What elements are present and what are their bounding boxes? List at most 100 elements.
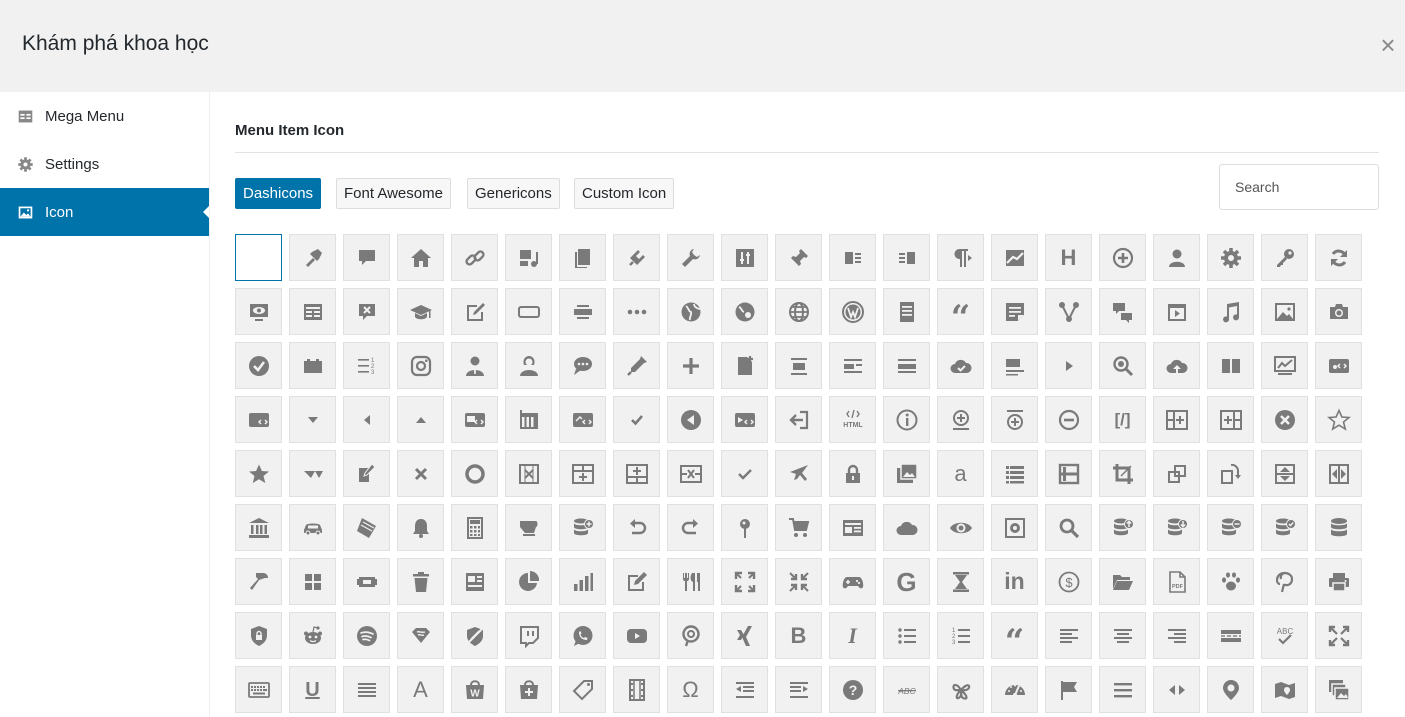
icon-option-xing[interactable]: [721, 612, 768, 659]
icon-option-database[interactable]: [1315, 504, 1362, 551]
icon-option-align-center-text[interactable]: [1099, 612, 1146, 659]
icon-option-table-row-after[interactable]: [559, 450, 606, 497]
icon-option-align-pull[interactable]: [991, 342, 1038, 389]
icon-option-align-center[interactable]: [775, 342, 822, 389]
icon-option-align-full-width[interactable]: [559, 288, 606, 335]
icon-option-open-folder[interactable]: [1099, 558, 1146, 605]
icon-option-spotify[interactable]: [343, 612, 390, 659]
icon-option-admin-users[interactable]: [1153, 234, 1200, 281]
icon-option-align-text[interactable]: [829, 342, 876, 389]
icon-option-cloud-upload[interactable]: [1153, 342, 1200, 389]
icon-option-arrow-up[interactable]: [397, 396, 444, 443]
sidebar-item-mega-menu[interactable]: Mega Menu: [0, 92, 209, 140]
icon-option-image-filter[interactable]: [1315, 666, 1362, 713]
icon-option-update[interactable]: [1315, 234, 1362, 281]
icon-option-fullscreen[interactable]: [721, 558, 768, 605]
icon-option-table-row-before[interactable]: [613, 450, 660, 497]
icon-option-columns[interactable]: [1207, 342, 1254, 389]
icon-option-earth-hole[interactable]: [721, 288, 768, 335]
icon-option-quote-alt[interactable]: “: [991, 612, 1038, 659]
icon-option-align-left-text[interactable]: [1045, 612, 1092, 659]
icon-option-excerpt[interactable]: [991, 288, 1038, 335]
icon-option-table-col-delete[interactable]: [505, 450, 552, 497]
icon-option-cloud[interactable]: [883, 504, 930, 551]
icon-option-chart-screen[interactable]: [1261, 342, 1308, 389]
close-icon[interactable]: ×: [1377, 32, 1399, 58]
icon-option-education[interactable]: [397, 288, 444, 335]
icon-option-admin-appearance[interactable]: [289, 234, 336, 281]
icon-option-embed-video[interactable]: [721, 396, 768, 443]
icon-option-calculator[interactable]: [451, 504, 498, 551]
tab-font-awesome[interactable]: Font Awesome: [336, 178, 451, 209]
icon-option-ordered-list-alt[interactable]: 123: [343, 342, 390, 389]
icon-option-privacy[interactable]: [235, 612, 282, 659]
icon-option-heading[interactable]: H: [1045, 234, 1092, 281]
icon-option-superhero[interactable]: [397, 612, 444, 659]
icon-option-table-col-before[interactable]: [1207, 396, 1254, 443]
icon-option-justify[interactable]: [343, 666, 390, 713]
icon-option-exit-fullscreen[interactable]: [775, 558, 822, 605]
icon-option-admin-plugins[interactable]: [613, 234, 660, 281]
icon-option-spellcheck[interactable]: ABC: [1261, 612, 1308, 659]
icon-option-dashboard[interactable]: [991, 666, 1038, 713]
icon-option-image-gallery[interactable]: [883, 450, 930, 497]
icon-option-saved[interactable]: [721, 450, 768, 497]
icon-option-table-row-delete[interactable]: [667, 450, 714, 497]
icon-option-comments[interactable]: [1099, 288, 1146, 335]
icon-option-welcome-widgets[interactable]: [289, 288, 336, 335]
icon-option-indent[interactable]: [775, 666, 822, 713]
icon-option-tickets[interactable]: [343, 558, 390, 605]
icon-option-games[interactable]: [829, 558, 876, 605]
icon-option-cart[interactable]: [775, 504, 822, 551]
icon-option-format-image[interactable]: [1261, 288, 1308, 335]
icon-option-globe[interactable]: [775, 288, 822, 335]
icon-option-chat-bubble[interactable]: [559, 342, 606, 389]
icon-option-admin-links[interactable]: [451, 234, 498, 281]
icon-option-vault[interactable]: [991, 504, 1038, 551]
icon-option-twitch[interactable]: [505, 612, 552, 659]
icon-option-database-add[interactable]: [559, 504, 606, 551]
icon-option-italic[interactable]: I: [829, 612, 876, 659]
icon-option-flag[interactable]: [1045, 666, 1092, 713]
icon-option-plus[interactable]: [667, 342, 714, 389]
icon-option-star-half[interactable]: [289, 450, 336, 497]
icon-option-minus-circle[interactable]: [1045, 396, 1092, 443]
icon-option-camera[interactable]: [1315, 288, 1362, 335]
icon-option-undo[interactable]: [613, 504, 660, 551]
icon-option-button[interactable]: [505, 288, 552, 335]
icon-option-bold[interactable]: B: [775, 612, 822, 659]
icon-option-film[interactable]: [613, 666, 660, 713]
icon-option-cloud-saved[interactable]: [937, 342, 984, 389]
icon-option-airplane[interactable]: [775, 450, 822, 497]
icon-option-image-flip-horizontal[interactable]: [1315, 450, 1362, 497]
icon-option-embed-audio[interactable]: [1315, 342, 1362, 389]
sidebar-item-settings[interactable]: Settings: [0, 140, 209, 188]
icon-option-small-check[interactable]: [613, 396, 660, 443]
icon-option-pets[interactable]: [1207, 558, 1254, 605]
icon-option-search[interactable]: [1045, 504, 1092, 551]
icon-option-redo[interactable]: [667, 504, 714, 551]
icon-option-visibility[interactable]: [937, 504, 984, 551]
icon-option-shopping-bag[interactable]: [505, 666, 552, 713]
tab-custom-icon[interactable]: Custom Icon: [574, 178, 675, 209]
icon-option-map[interactable]: [1261, 666, 1308, 713]
icon-option-edit-page[interactable]: [343, 450, 390, 497]
icon-option-embed-generic[interactable]: [235, 396, 282, 443]
icon-option-bank[interactable]: [235, 504, 282, 551]
icon-option-back-circle[interactable]: [667, 396, 714, 443]
icon-option-hourglass[interactable]: [937, 558, 984, 605]
icon-option-earth[interactable]: [667, 288, 714, 335]
icon-option-admin-post[interactable]: [775, 234, 822, 281]
icon-option-hammer[interactable]: [235, 558, 282, 605]
icon-option-whatsapp[interactable]: [559, 612, 606, 659]
icon-option-fullscreen-alt[interactable]: [1315, 612, 1362, 659]
icon-option-embed-post[interactable]: [559, 396, 606, 443]
icon-option-admin-comments[interactable]: [343, 234, 390, 281]
sidebar-item-icon[interactable]: Icon: [0, 188, 209, 236]
icon-option-battery[interactable]: [289, 342, 336, 389]
icon-option-leftright[interactable]: [1153, 666, 1200, 713]
icon-option-insert-more[interactable]: [1207, 612, 1254, 659]
icon-option-image-flip-vertical[interactable]: [1261, 450, 1308, 497]
icon-option-table-col-after[interactable]: [1153, 396, 1200, 443]
icon-option-edit-write[interactable]: [451, 288, 498, 335]
